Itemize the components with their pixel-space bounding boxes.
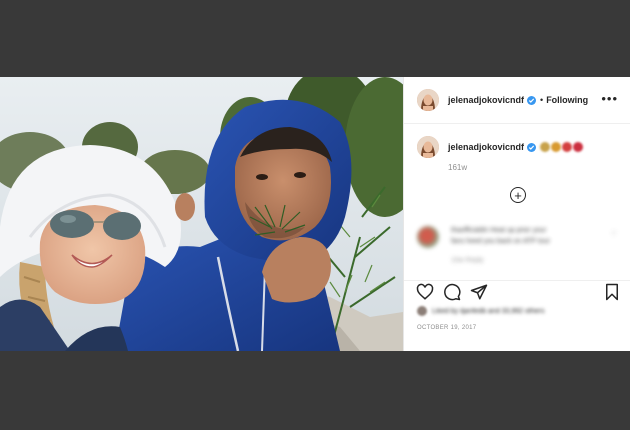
share-icon[interactable] <box>470 283 488 301</box>
post-photo[interactable] <box>0 77 403 351</box>
comment-text-line-2: fans heed you back on ATP tour <box>451 238 550 245</box>
more-options-icon[interactable]: ••• <box>601 92 618 105</box>
liker-avatar <box>417 306 427 316</box>
emoji-2 <box>562 142 573 152</box>
post-date: OCTOBER 19, 2017 <box>417 325 477 331</box>
instagram-post-card: jelenadjokovicndf • Following ••• jelena… <box>0 77 630 351</box>
comment-like-icon[interactable]: ♡ <box>611 230 617 238</box>
avatar-image <box>417 89 439 111</box>
photo-image <box>0 77 403 351</box>
post-side-panel: jelenadjokovicndf • Following ••• jelena… <box>403 77 630 351</box>
separator-dot: • <box>540 95 544 105</box>
caption-emojis <box>540 142 584 152</box>
emoji-3 <box>573 142 584 152</box>
post-timestamp: 161w <box>448 163 468 172</box>
post-header: jelenadjokovicndf • Following <box>404 77 630 124</box>
heart-icon[interactable] <box>416 283 434 301</box>
comment-item: thaofficialdn Heat up prior your fans he… <box>415 224 621 272</box>
commenter-avatar[interactable] <box>417 226 439 248</box>
caption-username[interactable]: jelenadjokovicndf <box>448 142 524 152</box>
add-circle-icon[interactable]: + <box>510 187 526 203</box>
caption-avatar[interactable] <box>417 136 439 158</box>
comment-meta[interactable]: 10w Reply <box>451 257 484 264</box>
emoji-1 <box>551 142 562 152</box>
comment-text-line-1: thaofficialdn Heat up prior your <box>451 227 547 234</box>
following-button[interactable]: Following <box>546 95 588 105</box>
comment-icon[interactable] <box>443 283 461 301</box>
bookmark-icon[interactable] <box>603 283 621 301</box>
verified-badge-icon <box>527 95 537 105</box>
author-avatar[interactable] <box>417 89 439 111</box>
author-username[interactable]: jelenadjokovicndf <box>448 95 524 105</box>
emoji-0 <box>540 142 551 152</box>
caption: jelenadjokovicndf <box>417 136 584 158</box>
likes-text: Liked by iljanfedb and 33,992 others <box>432 307 545 315</box>
action-bar <box>416 283 621 303</box>
likes-summary[interactable]: Liked by iljanfedb and 33,992 others <box>417 306 544 316</box>
verified-badge-icon <box>527 142 537 152</box>
divider <box>404 280 630 281</box>
avatar-image <box>417 136 439 158</box>
